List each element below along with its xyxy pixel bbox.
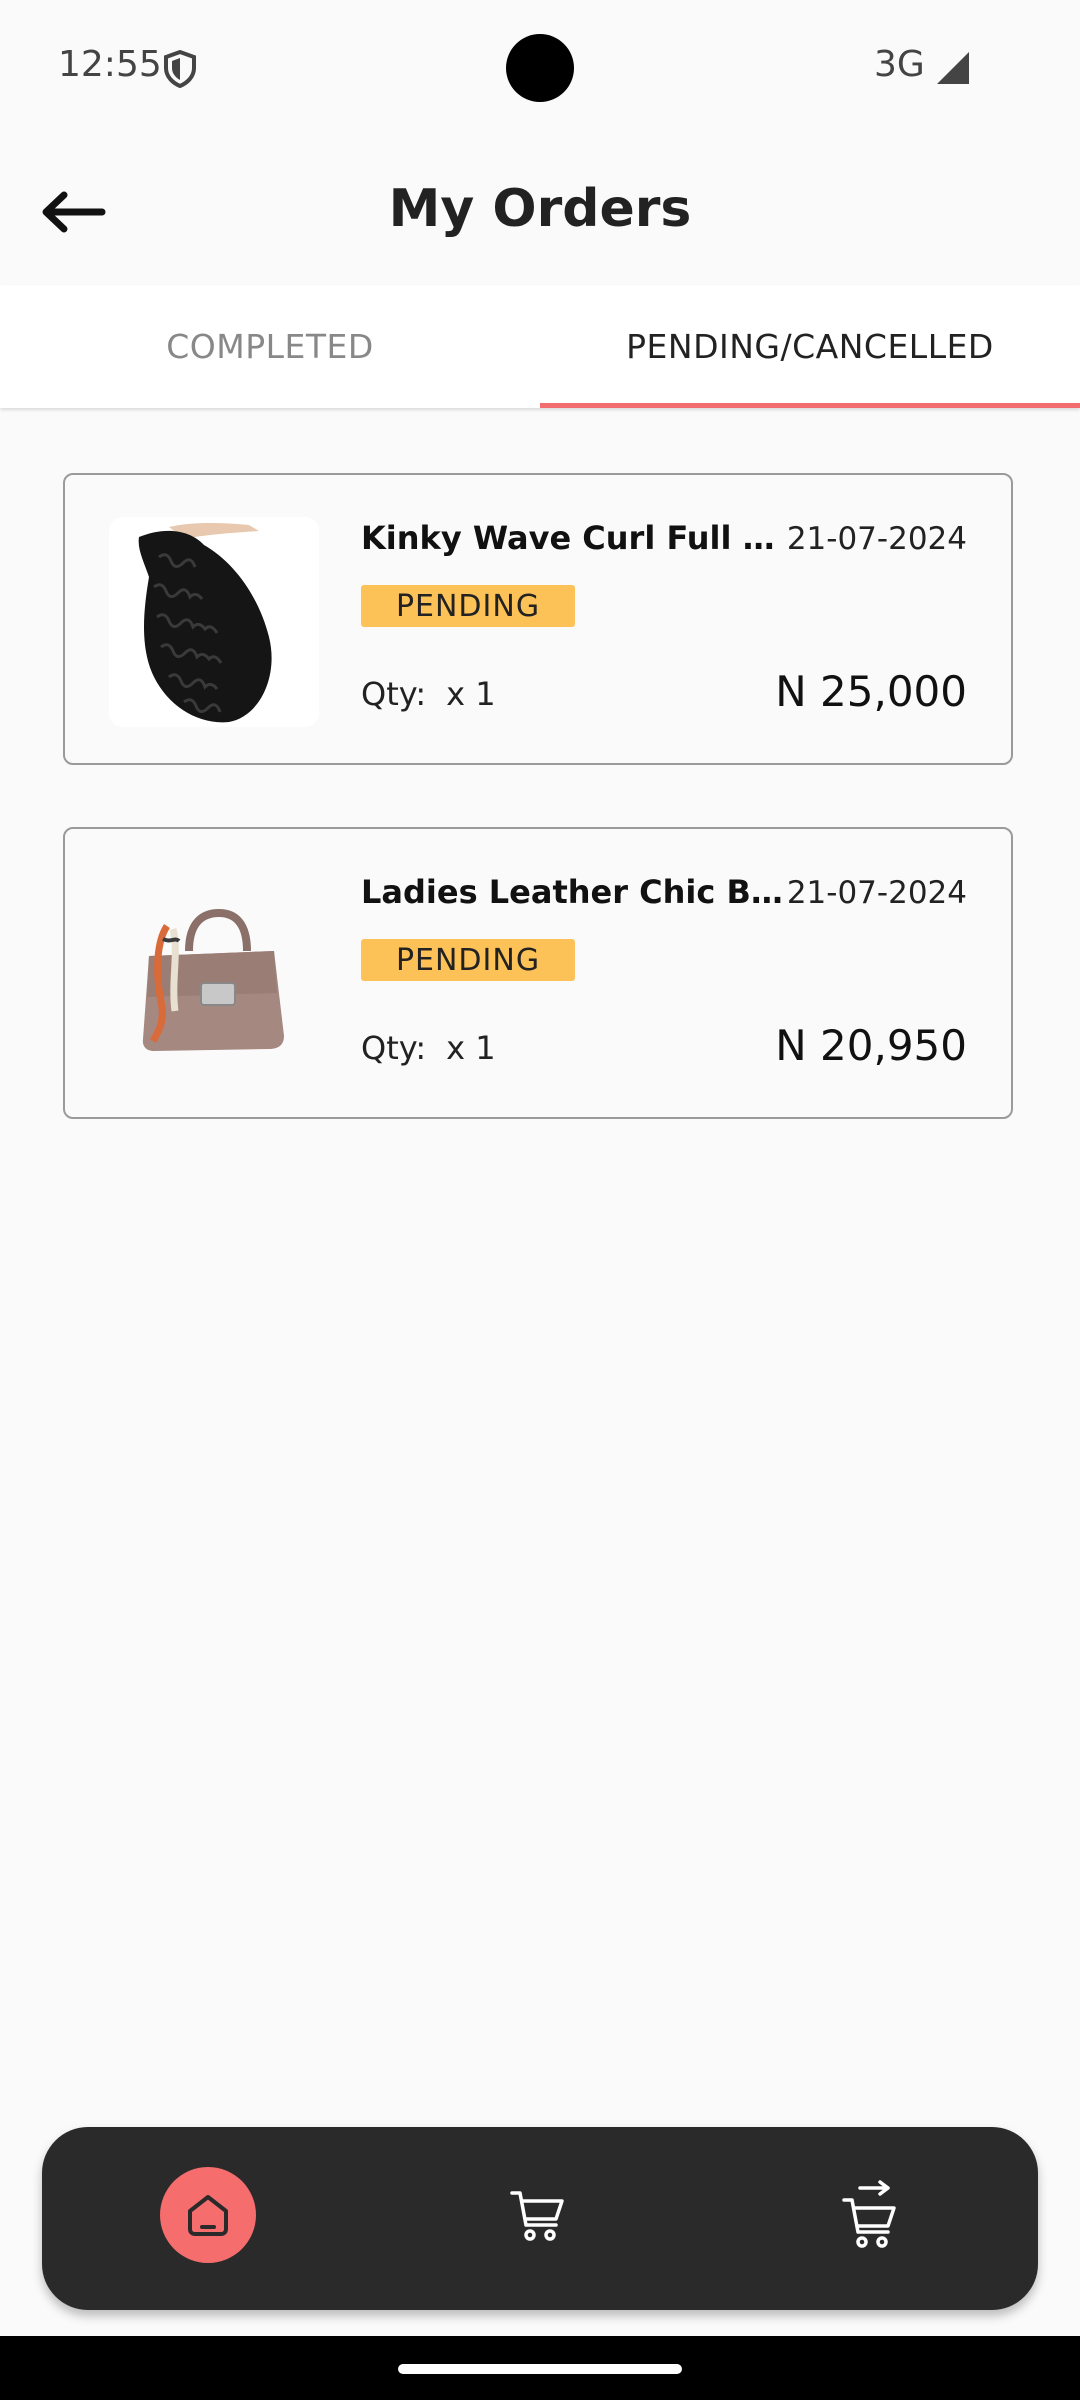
- product-image-bag: [109, 871, 319, 1081]
- nav-home-button[interactable]: [160, 2167, 256, 2263]
- qty-value: x 1: [446, 675, 496, 713]
- quantity: Qty: x 1: [361, 675, 496, 713]
- nav-cart-button[interactable]: [490, 2167, 586, 2263]
- home-icon: [188, 2195, 228, 2236]
- order-price: N 25,000: [775, 667, 967, 716]
- tab-completed[interactable]: COMPLETED: [0, 285, 540, 408]
- nav-orders-button[interactable]: [822, 2167, 918, 2263]
- camera-cutout: [506, 34, 574, 102]
- qty-label: Qty:: [361, 1029, 427, 1067]
- order-card[interactable]: Ladies Leather Chic Bag 21-07-2024 PENDI…: [63, 827, 1013, 1119]
- product-image-hair: [109, 517, 319, 727]
- tab-completed-label: COMPLETED: [166, 327, 374, 366]
- cart-icon: [510, 2191, 564, 2241]
- status-badge: PENDING: [361, 939, 575, 981]
- order-date: 21-07-2024: [786, 875, 967, 911]
- signal-icon: [935, 50, 971, 90]
- network-type: 3G: [874, 44, 925, 85]
- page-title: My Orders: [388, 179, 692, 239]
- status-time: 12:55: [58, 44, 162, 85]
- status-badge: PENDING: [361, 585, 575, 627]
- product-name: Ladies Leather Chic Bag: [361, 873, 791, 911]
- tab-pending-label: PENDING/CANCELLED: [626, 327, 994, 366]
- screen: 12:55 3G My Orders COMPLETED PENDING/CAN…: [0, 0, 1080, 2400]
- product-name: Kinky Wave Curl Full Hai...: [361, 519, 791, 557]
- tab-bar: COMPLETED PENDING/CANCELLED: [0, 285, 1080, 408]
- gesture-handle[interactable]: [398, 2364, 682, 2374]
- bottom-nav: [42, 2127, 1038, 2310]
- quantity: Qty: x 1: [361, 1029, 496, 1067]
- qty-label: Qty:: [361, 675, 427, 713]
- order-card[interactable]: Kinky Wave Curl Full Hai... 21-07-2024 P…: [63, 473, 1013, 765]
- order-cart-icon: [842, 2180, 896, 2248]
- app-bar: My Orders: [0, 135, 1080, 285]
- tab-pending-cancelled[interactable]: PENDING/CANCELLED: [540, 285, 1080, 408]
- shield-icon: [163, 49, 197, 92]
- active-tab-indicator: [540, 403, 1080, 408]
- order-date: 21-07-2024: [786, 521, 967, 557]
- status-bar: 12:55 3G: [0, 0, 1080, 135]
- order-price: N 20,950: [775, 1021, 967, 1070]
- qty-value: x 1: [446, 1029, 496, 1067]
